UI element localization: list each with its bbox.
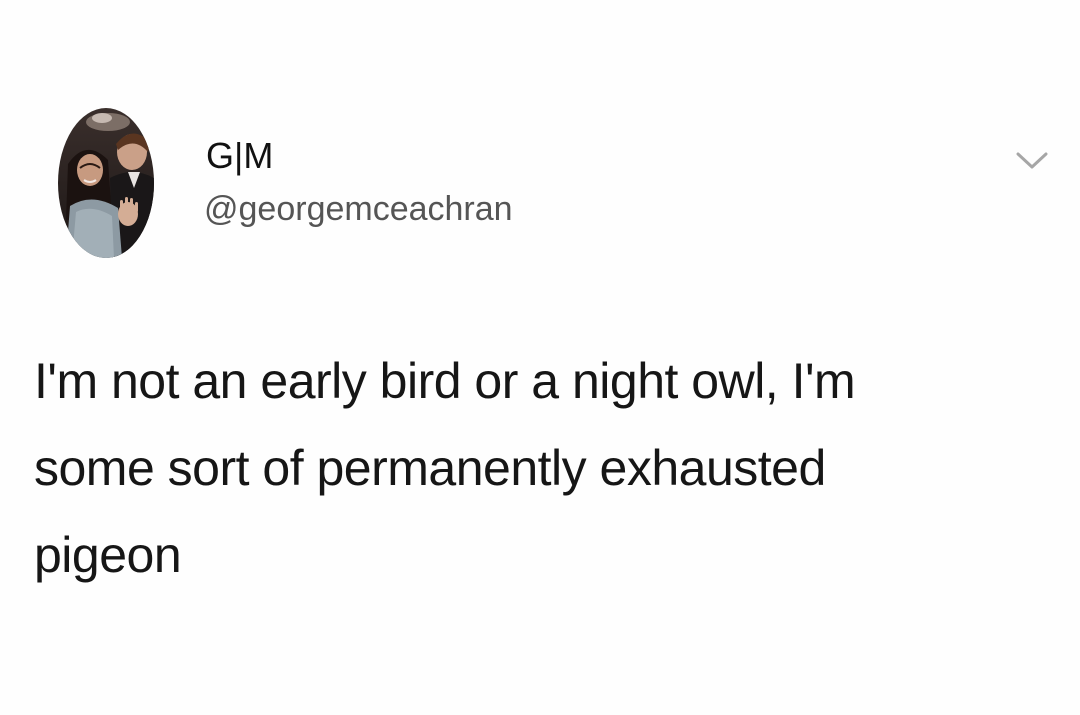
tweet-text-line: pigeon bbox=[34, 527, 182, 583]
tweet-text-line: some sort of permanently exhausted bbox=[34, 440, 826, 496]
user-handle[interactable]: @georgemceachran bbox=[204, 189, 513, 229]
tweet-text-line: I'm not an early bird or a night owl, I'… bbox=[34, 353, 856, 409]
chevron-down-icon bbox=[1016, 152, 1048, 169]
tweet-text: I'm not an early bird or a night owl, I'… bbox=[34, 338, 1044, 599]
profile-photo-icon bbox=[58, 108, 154, 258]
tweet-menu-button[interactable] bbox=[1012, 146, 1052, 174]
tweet-card: G|M @georgemceachran I'm not an early bi… bbox=[0, 0, 1080, 715]
display-name[interactable]: G|M bbox=[206, 136, 273, 176]
avatar[interactable] bbox=[58, 108, 154, 258]
